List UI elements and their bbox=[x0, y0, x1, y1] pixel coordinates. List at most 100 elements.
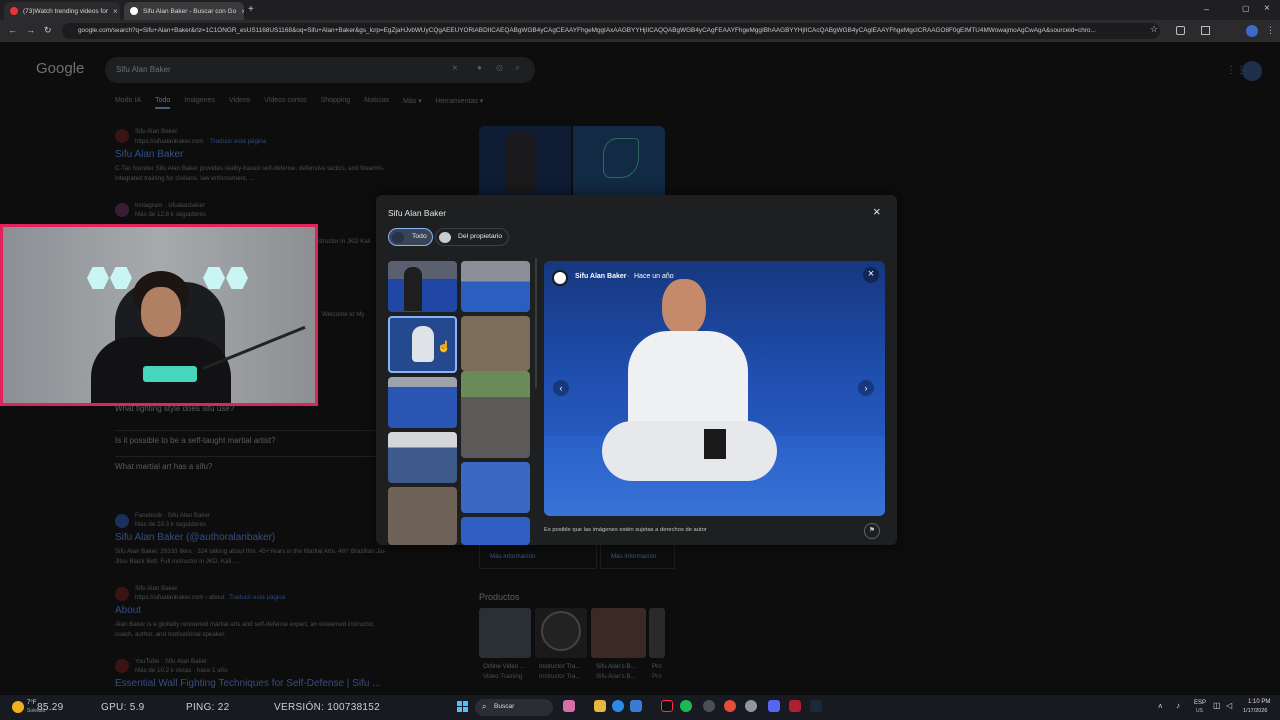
image-thumbnail[interactable] bbox=[461, 316, 530, 371]
settings-gear-icon[interactable] bbox=[745, 700, 757, 712]
result-site-name: YouTube · Sifu Alan Baker bbox=[135, 658, 208, 665]
new-tab-icon[interactable]: + bbox=[248, 4, 254, 15]
image-thumbnail[interactable] bbox=[388, 487, 457, 545]
tab-more[interactable]: Más ▾ bbox=[403, 97, 422, 109]
product-name[interactable]: Instructor Tra... bbox=[539, 663, 581, 670]
image-thumbnail[interactable] bbox=[388, 432, 457, 483]
search-icon[interactable]: ⌕ bbox=[515, 62, 520, 73]
chip-all[interactable]: Todo bbox=[388, 228, 433, 246]
close-tab-icon[interactable]: × bbox=[113, 7, 118, 16]
microphone-icon[interactable]: ● bbox=[477, 63, 482, 72]
taskbar-app-icon[interactable] bbox=[789, 700, 801, 712]
result-title-link[interactable]: Sifu Alan Baker bbox=[115, 149, 183, 160]
tab-tools[interactable]: Herramientas ▾ bbox=[436, 97, 483, 109]
product-image[interactable] bbox=[479, 608, 531, 658]
clock-date: 1/17/2026 bbox=[1243, 708, 1268, 714]
result-site-name: Facebook · Sifu Alan Baker bbox=[135, 512, 210, 519]
bookmark-star-icon[interactable]: ☆ bbox=[1150, 24, 1158, 35]
lens-icon[interactable]: ◎ bbox=[496, 63, 503, 72]
product-name[interactable]: Pro bbox=[652, 663, 665, 670]
microphone-tray-icon[interactable]: ♪ bbox=[1176, 701, 1180, 710]
product-image[interactable] bbox=[591, 608, 646, 658]
translate-link[interactable]: Traducir esta página bbox=[229, 594, 285, 601]
kp-map[interactable] bbox=[573, 126, 665, 196]
image-thumbnail[interactable] bbox=[388, 377, 457, 428]
clock-time[interactable]: 1:10 PM bbox=[1248, 699, 1270, 705]
taskbar-app-icon[interactable] bbox=[630, 700, 642, 712]
more-info-button[interactable]: Más información bbox=[479, 545, 597, 569]
extensions-icon[interactable] bbox=[1176, 26, 1185, 35]
close-tab-icon[interactable]: × bbox=[241, 7, 244, 16]
spotify-icon[interactable] bbox=[680, 700, 692, 712]
tab-images[interactable]: Imágenes bbox=[184, 97, 215, 109]
product-image[interactable] bbox=[535, 608, 587, 658]
result-title-link[interactable]: About bbox=[115, 605, 141, 616]
tab-short-videos[interactable]: Videos cortos bbox=[264, 97, 306, 109]
maximize-icon[interactable]: ▢ bbox=[1242, 4, 1250, 13]
tab-all[interactable]: Todo bbox=[155, 97, 171, 109]
chrome-icon[interactable] bbox=[724, 700, 736, 712]
browser-tab-active[interactable]: Sifu Alan Baker - Buscar con Go × bbox=[124, 2, 244, 20]
volume-icon[interactable]: ◁ bbox=[1226, 701, 1232, 710]
image-preview[interactable]: Sifu Alan Baker · Hace un año × ‹ › bbox=[544, 261, 885, 516]
google-logo[interactable]: Google bbox=[36, 60, 84, 77]
input-language[interactable]: ESP bbox=[1194, 700, 1206, 706]
product-name[interactable]: Sifu Alan's B... bbox=[596, 663, 636, 670]
next-image-icon[interactable]: › bbox=[858, 380, 874, 396]
forward-icon[interactable]: → bbox=[26, 25, 35, 35]
search-box[interactable]: Sifu Alan Baker × ● ◎ ⌕ bbox=[105, 57, 535, 83]
previous-image-icon[interactable]: ‹ bbox=[553, 380, 569, 396]
network-icon[interactable]: ◫ bbox=[1213, 701, 1221, 710]
minimize-icon[interactable]: – bbox=[1204, 4, 1209, 14]
url-bar[interactable]: google.com/search?q=Sifu+Alan+Baker&rlz=… bbox=[62, 23, 1160, 39]
result-title-link[interactable]: Essential Wall Fighting Techniques for S… bbox=[115, 678, 381, 689]
tab-ai-mode[interactable]: Modo IA bbox=[115, 97, 141, 109]
thumbs-scrollbar[interactable] bbox=[535, 258, 537, 388]
close-preview-icon[interactable]: × bbox=[863, 267, 879, 283]
kp-image[interactable] bbox=[479, 126, 571, 196]
chip-thumb bbox=[439, 232, 451, 243]
account-avatar[interactable] bbox=[1242, 61, 1262, 81]
more-info-button[interactable]: Más información bbox=[600, 545, 675, 569]
image-thumbnail[interactable] bbox=[461, 517, 530, 545]
image-thumbnail[interactable] bbox=[461, 462, 530, 513]
result-title-link[interactable]: Sifu Alan Baker (@authoralanbaker) bbox=[115, 532, 275, 543]
edge-icon[interactable] bbox=[612, 700, 624, 712]
product-name[interactable]: Online Video ... bbox=[483, 663, 525, 670]
taskbar-app-icon[interactable] bbox=[563, 700, 575, 712]
reload-icon[interactable]: ↻ bbox=[44, 25, 52, 36]
taskbar-app-icon[interactable] bbox=[703, 700, 715, 712]
browser-tab[interactable]: (73)Watch trending videos for × bbox=[4, 2, 120, 20]
product-image[interactable] bbox=[649, 608, 665, 658]
discord-icon[interactable] bbox=[768, 700, 780, 712]
tab-news[interactable]: Noticias bbox=[364, 97, 389, 109]
close-dialog-icon[interactable]: × bbox=[873, 204, 881, 219]
tab-videos[interactable]: Videos bbox=[229, 97, 250, 109]
profile-avatar[interactable] bbox=[1246, 25, 1258, 37]
windows-start-icon[interactable] bbox=[457, 701, 469, 713]
image-thumbnail[interactable] bbox=[461, 371, 530, 458]
image-thumbnail[interactable] bbox=[461, 261, 530, 312]
clear-search-icon[interactable]: × bbox=[452, 63, 458, 74]
weather-temperature[interactable]: 7°F bbox=[27, 700, 36, 706]
chip-label: Del propietario bbox=[458, 233, 503, 240]
menu-dots-icon[interactable]: ⋮ bbox=[1266, 25, 1275, 36]
preview-source[interactable]: Sifu Alan Baker bbox=[575, 273, 626, 280]
result-site-name: Sifu Alan Baker bbox=[135, 585, 178, 592]
tiktok-icon[interactable] bbox=[661, 700, 673, 712]
product-seller: Pro bbox=[652, 673, 662, 680]
back-icon[interactable]: ← bbox=[8, 25, 17, 35]
chip-owner[interactable]: Del propietario bbox=[435, 228, 509, 246]
tab-shopping[interactable]: Shopping bbox=[321, 97, 351, 109]
taskbar-search[interactable]: ⌕ Buscar bbox=[475, 699, 553, 716]
file-explorer-icon[interactable] bbox=[594, 700, 606, 712]
sidepanel-icon[interactable] bbox=[1201, 26, 1210, 35]
tray-chevron-icon[interactable]: ˄ bbox=[1158, 702, 1163, 711]
report-flag-icon[interactable]: ⚑ bbox=[864, 523, 880, 539]
close-window-icon[interactable]: × bbox=[1264, 3, 1270, 14]
steam-icon[interactable] bbox=[810, 700, 822, 712]
search-input[interactable]: Sifu Alan Baker bbox=[116, 65, 171, 74]
weather-sun-icon bbox=[12, 701, 24, 713]
translate-link[interactable]: Traducir esta página bbox=[210, 138, 266, 145]
image-thumbnail[interactable] bbox=[388, 261, 457, 312]
